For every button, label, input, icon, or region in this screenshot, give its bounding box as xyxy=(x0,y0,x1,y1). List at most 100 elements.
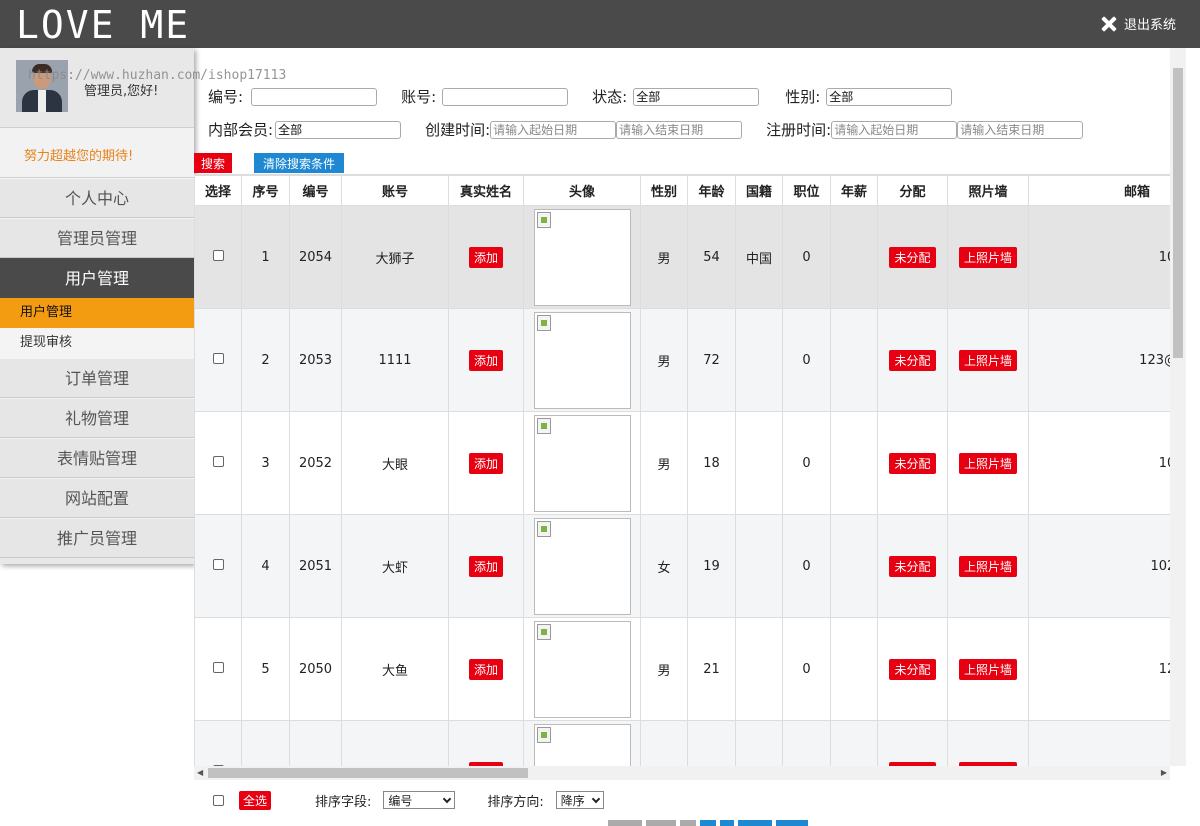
position-cell: 0 xyxy=(802,455,811,471)
sort-direction-select[interactable]: 降序 xyxy=(555,791,604,809)
profile-card: 管理员,您好! https://www.huzhan.com/ishop1711… xyxy=(0,48,286,128)
col-header: 选择 xyxy=(194,175,242,206)
sidebar-item-personal-center[interactable]: 个人中心 xyxy=(0,178,194,218)
photo-wall-button[interactable]: 上照片墙 xyxy=(958,658,1017,680)
table-row: 5 2050 大鱼 添加 男 21 0 未分配上照片墙 123@qq.com xyxy=(194,617,1170,721)
row-checkbox[interactable] xyxy=(212,455,224,467)
sort-field-select[interactable]: 编号 xyxy=(383,791,456,809)
sidebar-item-site-config[interactable]: 网站配置 xyxy=(0,478,194,518)
sidebar-item-gift-management[interactable]: 礼物管理 xyxy=(0,398,194,438)
age-cell: 21 xyxy=(703,661,720,677)
col-header: 真实姓名 xyxy=(448,175,524,206)
table-row: 3 2052 大眼 添加 男 18 0 未分配上照片墙 104@qq.com xyxy=(194,411,1170,515)
gender-cell: 男 xyxy=(657,354,671,370)
status-select[interactable] xyxy=(633,87,760,106)
logout-button[interactable]: 退出系统 xyxy=(1100,14,1176,33)
broken-image-icon xyxy=(536,417,551,434)
account-label: 账号: xyxy=(401,88,437,106)
gender-cell: 女 xyxy=(657,560,671,576)
gender-cell: 男 xyxy=(657,663,671,679)
row-checkbox[interactable] xyxy=(212,558,224,570)
broken-image-icon xyxy=(536,623,551,640)
age-cell: 72 xyxy=(703,352,720,368)
sidebar-subitem-user-management[interactable]: 用户管理 xyxy=(0,298,194,328)
select-all-checkbox[interactable] xyxy=(213,794,224,806)
assign-button[interactable]: 未分配 xyxy=(889,452,936,474)
chevron-down-icon xyxy=(591,794,601,804)
col-header: 邮箱 xyxy=(1028,175,1170,206)
created-start-input[interactable] xyxy=(490,120,617,139)
gender-label: 性别: xyxy=(785,88,821,106)
broken-image-icon xyxy=(536,211,551,228)
id-cell: 2054 xyxy=(298,249,333,265)
add-realname-button[interactable]: 添加 xyxy=(468,452,503,474)
position-cell: 0 xyxy=(802,352,811,368)
country-cell: 中国 xyxy=(745,251,772,267)
user-table-container: 选择 序号 编号 账号 真实姓名 头像 性别 年龄 国籍 职位 年薪 分配 照片… xyxy=(194,174,1170,766)
vertical-scrollbar[interactable] xyxy=(1170,48,1186,766)
chevron-down-icon xyxy=(443,794,452,804)
add-realname-button[interactable]: 添加 xyxy=(468,349,503,371)
sidebar-item-admin-management[interactable]: 管理员管理 xyxy=(0,218,194,258)
select-all-button[interactable]: 全选 xyxy=(239,790,272,810)
id-label: 编号: xyxy=(208,88,244,106)
account-cell: 大狮子 xyxy=(375,251,415,267)
seq-cell: 2 xyxy=(261,352,270,368)
assign-button[interactable]: 未分配 xyxy=(889,555,936,577)
id-cell: 2051 xyxy=(298,558,333,574)
horizontal-scrollbar[interactable]: ◀ ▶ xyxy=(194,766,1170,780)
photo-wall-button[interactable]: 上照片墙 xyxy=(958,555,1017,577)
photo-wall-button[interactable]: 上照片墙 xyxy=(958,452,1017,474)
age-cell: 54 xyxy=(703,249,720,265)
clear-search-button[interactable]: 清除搜索条件 xyxy=(254,153,344,173)
col-header: 职位 xyxy=(782,175,831,206)
gender-cell: 男 xyxy=(657,457,671,473)
row-checkbox[interactable] xyxy=(212,661,224,673)
photo-wall-button[interactable]: 上照片墙 xyxy=(958,246,1017,268)
add-realname-button[interactable]: 添加 xyxy=(468,555,503,577)
col-header: 国籍 xyxy=(735,175,783,206)
registered-time-label: 注册时间: xyxy=(766,121,832,139)
sort-field-value: 编号 xyxy=(388,793,413,808)
sidebar-item-promoter-management[interactable]: 推广员管理 xyxy=(0,518,194,558)
assign-button[interactable]: 未分配 xyxy=(889,246,936,268)
sidebar: 管理员,您好! https://www.huzhan.com/ishop1711… xyxy=(0,48,286,564)
email-cell: 104@qq.com xyxy=(1158,455,1170,471)
row-checkbox[interactable] xyxy=(212,249,224,261)
assign-button[interactable]: 未分配 xyxy=(889,658,936,680)
status-label: 状态: xyxy=(592,88,628,106)
table-row: 1 2054 大狮子 添加 男 54 中国 0 未分配上照片墙 105@qq.com xyxy=(194,205,1170,309)
sort-field-label: 排序字段: xyxy=(315,794,372,810)
created-end-input[interactable] xyxy=(616,120,743,139)
gender-select[interactable] xyxy=(826,87,953,106)
registered-start-input[interactable] xyxy=(831,120,958,139)
col-header: 年薪 xyxy=(830,175,878,206)
position-cell: 0 xyxy=(802,661,811,677)
avatar-image xyxy=(533,208,631,306)
col-header: 序号 xyxy=(241,175,290,206)
email-cell: 123@qq.com xyxy=(1158,661,1170,677)
sidebar-item-user-management[interactable]: 用户管理 xyxy=(0,258,194,298)
add-realname-button[interactable]: 添加 xyxy=(468,658,503,680)
sidebar-subitem-withdraw-review[interactable]: 提现审核 xyxy=(0,328,194,358)
id-input[interactable] xyxy=(251,87,378,106)
sidebar-item-order-management[interactable]: 订单管理 xyxy=(0,358,194,398)
broken-image-icon xyxy=(536,314,551,331)
photo-wall-button[interactable]: 上照片墙 xyxy=(958,349,1017,371)
add-realname-button[interactable]: 添加 xyxy=(468,246,503,268)
account-input[interactable] xyxy=(442,87,569,106)
col-header: 账号 xyxy=(341,175,449,206)
registered-end-input[interactable] xyxy=(957,120,1084,139)
table-row: 4 2051 大虾 添加 女 19 0 未分配上照片墙 1022@qq.com xyxy=(194,514,1170,618)
position-cell: 0 xyxy=(802,558,811,574)
sidebar-item-sticker-management[interactable]: 表情贴管理 xyxy=(0,438,194,478)
row-checkbox[interactable] xyxy=(212,352,224,364)
search-button[interactable]: 搜索 xyxy=(194,153,232,173)
table-row: 添加未分配上照片墙 xyxy=(194,720,1170,766)
member-select[interactable] xyxy=(275,120,402,139)
avatar-image xyxy=(533,517,631,615)
pagination[interactable] xyxy=(608,820,808,826)
assign-button[interactable]: 未分配 xyxy=(889,349,936,371)
created-time-label: 创建时间: xyxy=(425,121,491,139)
table-footer: 全选 排序字段: 编号 排序方向: 降序 xyxy=(194,782,1186,818)
